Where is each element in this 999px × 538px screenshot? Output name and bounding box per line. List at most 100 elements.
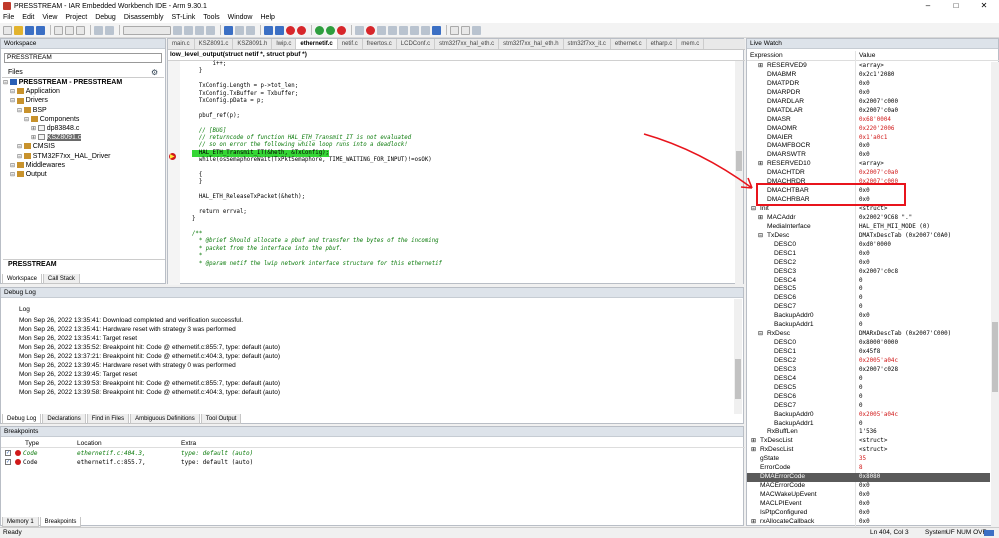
watch-value[interactable]: DMATxDescTab (0x2007'C0A0)	[859, 232, 951, 241]
watch-row[interactable]: DESC6 0	[747, 393, 990, 402]
tab-call-stack[interactable]: Call Stack	[42, 274, 80, 284]
editor-tab[interactable]: stm32f7xx_hal_eth.c	[435, 39, 500, 49]
minimize-button[interactable]: –	[914, 0, 942, 12]
menu-debug[interactable]: Debug	[95, 14, 116, 21]
expand-toggle-icon[interactable]: ⊞	[758, 62, 763, 71]
expand-toggle-icon[interactable]: ⊟	[3, 80, 10, 86]
watch-value[interactable]: <struct>	[859, 205, 887, 214]
bookmark-icon[interactable]	[224, 25, 233, 35]
make-icon[interactable]	[275, 25, 284, 35]
watch-row[interactable]: DESC7 0	[747, 402, 990, 411]
workspace-tree-item[interactable]: ⊟ PRESSTREAM - PRESSTREAM	[3, 78, 165, 87]
log-tab[interactable]: Find in Files	[86, 414, 130, 424]
watch-row[interactable]: BackupAddr1 0	[747, 321, 990, 330]
watch-value[interactable]: <array>	[859, 160, 884, 169]
expand-toggle-icon[interactable]: ⊞	[751, 437, 756, 446]
find-icon[interactable]	[173, 25, 182, 35]
watch-value[interactable]: 0x68'0004	[859, 116, 891, 125]
break-icon[interactable]	[366, 25, 375, 35]
menu-tools[interactable]: Tools	[203, 14, 219, 21]
watch-row[interactable]: DMARSWTR 0x0	[747, 151, 990, 160]
editor-tab[interactable]: ethernetif.c	[296, 39, 338, 49]
watch-value[interactable]: 0	[859, 277, 863, 286]
watch-value[interactable]: 0x8080	[859, 473, 880, 482]
expand-toggle-icon[interactable]: ⊟	[10, 98, 17, 104]
watch-row[interactable]: BackupAddr0 0x2005'a04c	[747, 411, 990, 420]
watch-row[interactable]: DESC7 0	[747, 303, 990, 312]
watch-row[interactable]: ⊞ RESERVED10 <array>	[747, 160, 990, 169]
watch-value[interactable]: 0	[859, 375, 863, 384]
watch-row[interactable]: DMAOMR 0x220'2006	[747, 125, 990, 134]
expand-toggle-icon[interactable]: ⊟	[10, 89, 17, 95]
configuration-select[interactable]: PRESSTREAM	[4, 53, 162, 63]
expand-toggle-icon[interactable]: ⊟	[751, 205, 756, 214]
watch-value[interactable]: 0x2007'c028	[859, 366, 898, 375]
menu-help[interactable]: Help	[261, 14, 275, 21]
watch-value[interactable]: 0x1'a0c1	[859, 134, 887, 143]
watch-value[interactable]: 0x220'2006	[859, 125, 894, 134]
watch-row[interactable]: ErrorCode 8	[747, 464, 990, 473]
watch-value[interactable]: 0	[859, 321, 863, 330]
editor-tab[interactable]: stm32f7xx_it.c	[564, 39, 611, 49]
watch-row[interactable]: DESC5 0	[747, 384, 990, 393]
step-out-icon[interactable]	[399, 25, 408, 35]
watch-row[interactable]: DESC1 0x0	[747, 250, 990, 259]
watch-value[interactable]: 0x0	[859, 80, 870, 89]
watch-row[interactable]: ⊞ TxDescList <struct>	[747, 437, 990, 446]
workspace-tree-item[interactable]: ⊟ STM32F7xx_HAL_Driver	[3, 152, 165, 161]
expand-toggle-icon[interactable]: ⊞	[31, 126, 38, 132]
editor-tab[interactable]: KSZ8091.c	[195, 39, 234, 49]
tab-breakpoints[interactable]: Breakpoints	[39, 517, 82, 527]
watch-value[interactable]: 0x2007'c0a0	[859, 169, 898, 178]
watch-row[interactable]: DESC0 0xd0'0000	[747, 241, 990, 250]
editor-tab[interactable]: mem.c	[677, 39, 705, 49]
expand-toggle-icon[interactable]: ⊟	[758, 330, 763, 339]
watch-row[interactable]: gState 35	[747, 455, 990, 464]
workspace-tree-item[interactable]: ⊟ Output	[3, 170, 165, 179]
watch-value[interactable]: 0x0	[859, 312, 870, 321]
editor-tab[interactable]: etharp.c	[647, 39, 678, 49]
eth-icon[interactable]	[450, 25, 459, 35]
tab-workspace[interactable]: Workspace	[2, 274, 42, 284]
workspace-tree-item[interactable]: ⊟ BSP	[3, 106, 165, 115]
watch-value[interactable]: 0	[859, 384, 863, 393]
toggle-breakpoint-icon[interactable]	[297, 25, 306, 35]
menu-file[interactable]: File	[3, 14, 14, 21]
undo-icon[interactable]	[94, 25, 103, 35]
expand-toggle-icon[interactable]: ⊟	[758, 232, 763, 241]
sub-icon[interactable]	[461, 25, 470, 35]
watch-value[interactable]: 0	[859, 393, 863, 402]
watch-row[interactable]: RxBuffLen 1'536	[747, 428, 990, 437]
watch-row[interactable]: DMAErrorCode 0x8080	[747, 473, 990, 483]
watch-value[interactable]: 0	[859, 420, 863, 429]
breakpoint-row[interactable]: Code ethernetif.c:855.7, type: default (au…	[1, 458, 741, 467]
menu-edit[interactable]: Edit	[22, 14, 34, 21]
expand-toggle-icon[interactable]: ⊞	[31, 135, 38, 141]
watch-value[interactable]: 0xd0'0000	[859, 241, 891, 250]
watch-row[interactable]: DMAMFBOCR 0x0	[747, 142, 990, 151]
watch-value[interactable]: <array>	[859, 62, 884, 71]
watch-row[interactable]: ⊟ Init <struct>	[747, 205, 990, 214]
watch-value[interactable]: 0x0	[859, 482, 870, 491]
watch-row[interactable]: ⊞ RxDescList <struct>	[747, 446, 990, 455]
editor-tab[interactable]: KSZ8091.h	[233, 39, 273, 49]
reset-icon[interactable]	[355, 25, 364, 35]
workspace-tree-item[interactable]: ⊟ Middlewares	[3, 161, 165, 170]
step-over-icon[interactable]	[377, 25, 386, 35]
watch-row[interactable]: DESC2 0x2005'a04c	[747, 357, 990, 366]
settings-gear-icon[interactable]: ⚙	[151, 68, 158, 77]
maximize-button[interactable]: □	[942, 0, 970, 12]
menu-view[interactable]: View	[42, 14, 57, 21]
watch-row[interactable]: ⊞ rxAllocateCallback 0x0	[747, 518, 990, 527]
tab-memory[interactable]: Memory 1	[2, 517, 39, 527]
nav-back-icon[interactable]	[235, 25, 244, 35]
watch-value[interactable]: <struct>	[859, 437, 887, 446]
watch-row[interactable]: DMAIER 0x1'a0c1	[747, 134, 990, 143]
watch-value[interactable]: 0x0	[859, 151, 870, 160]
expand-toggle-icon[interactable]: ⊞	[751, 446, 756, 455]
watch-value[interactable]: HAL_ETH_MII_MODE (0)	[859, 223, 930, 232]
watch-row[interactable]: DMACHTDR 0x2007'c0a0	[747, 169, 990, 178]
watch-row[interactable]: DESC3 0x2007'c028	[747, 366, 990, 375]
copy-icon[interactable]	[65, 25, 74, 35]
watch-scrollbar[interactable]	[991, 62, 999, 527]
